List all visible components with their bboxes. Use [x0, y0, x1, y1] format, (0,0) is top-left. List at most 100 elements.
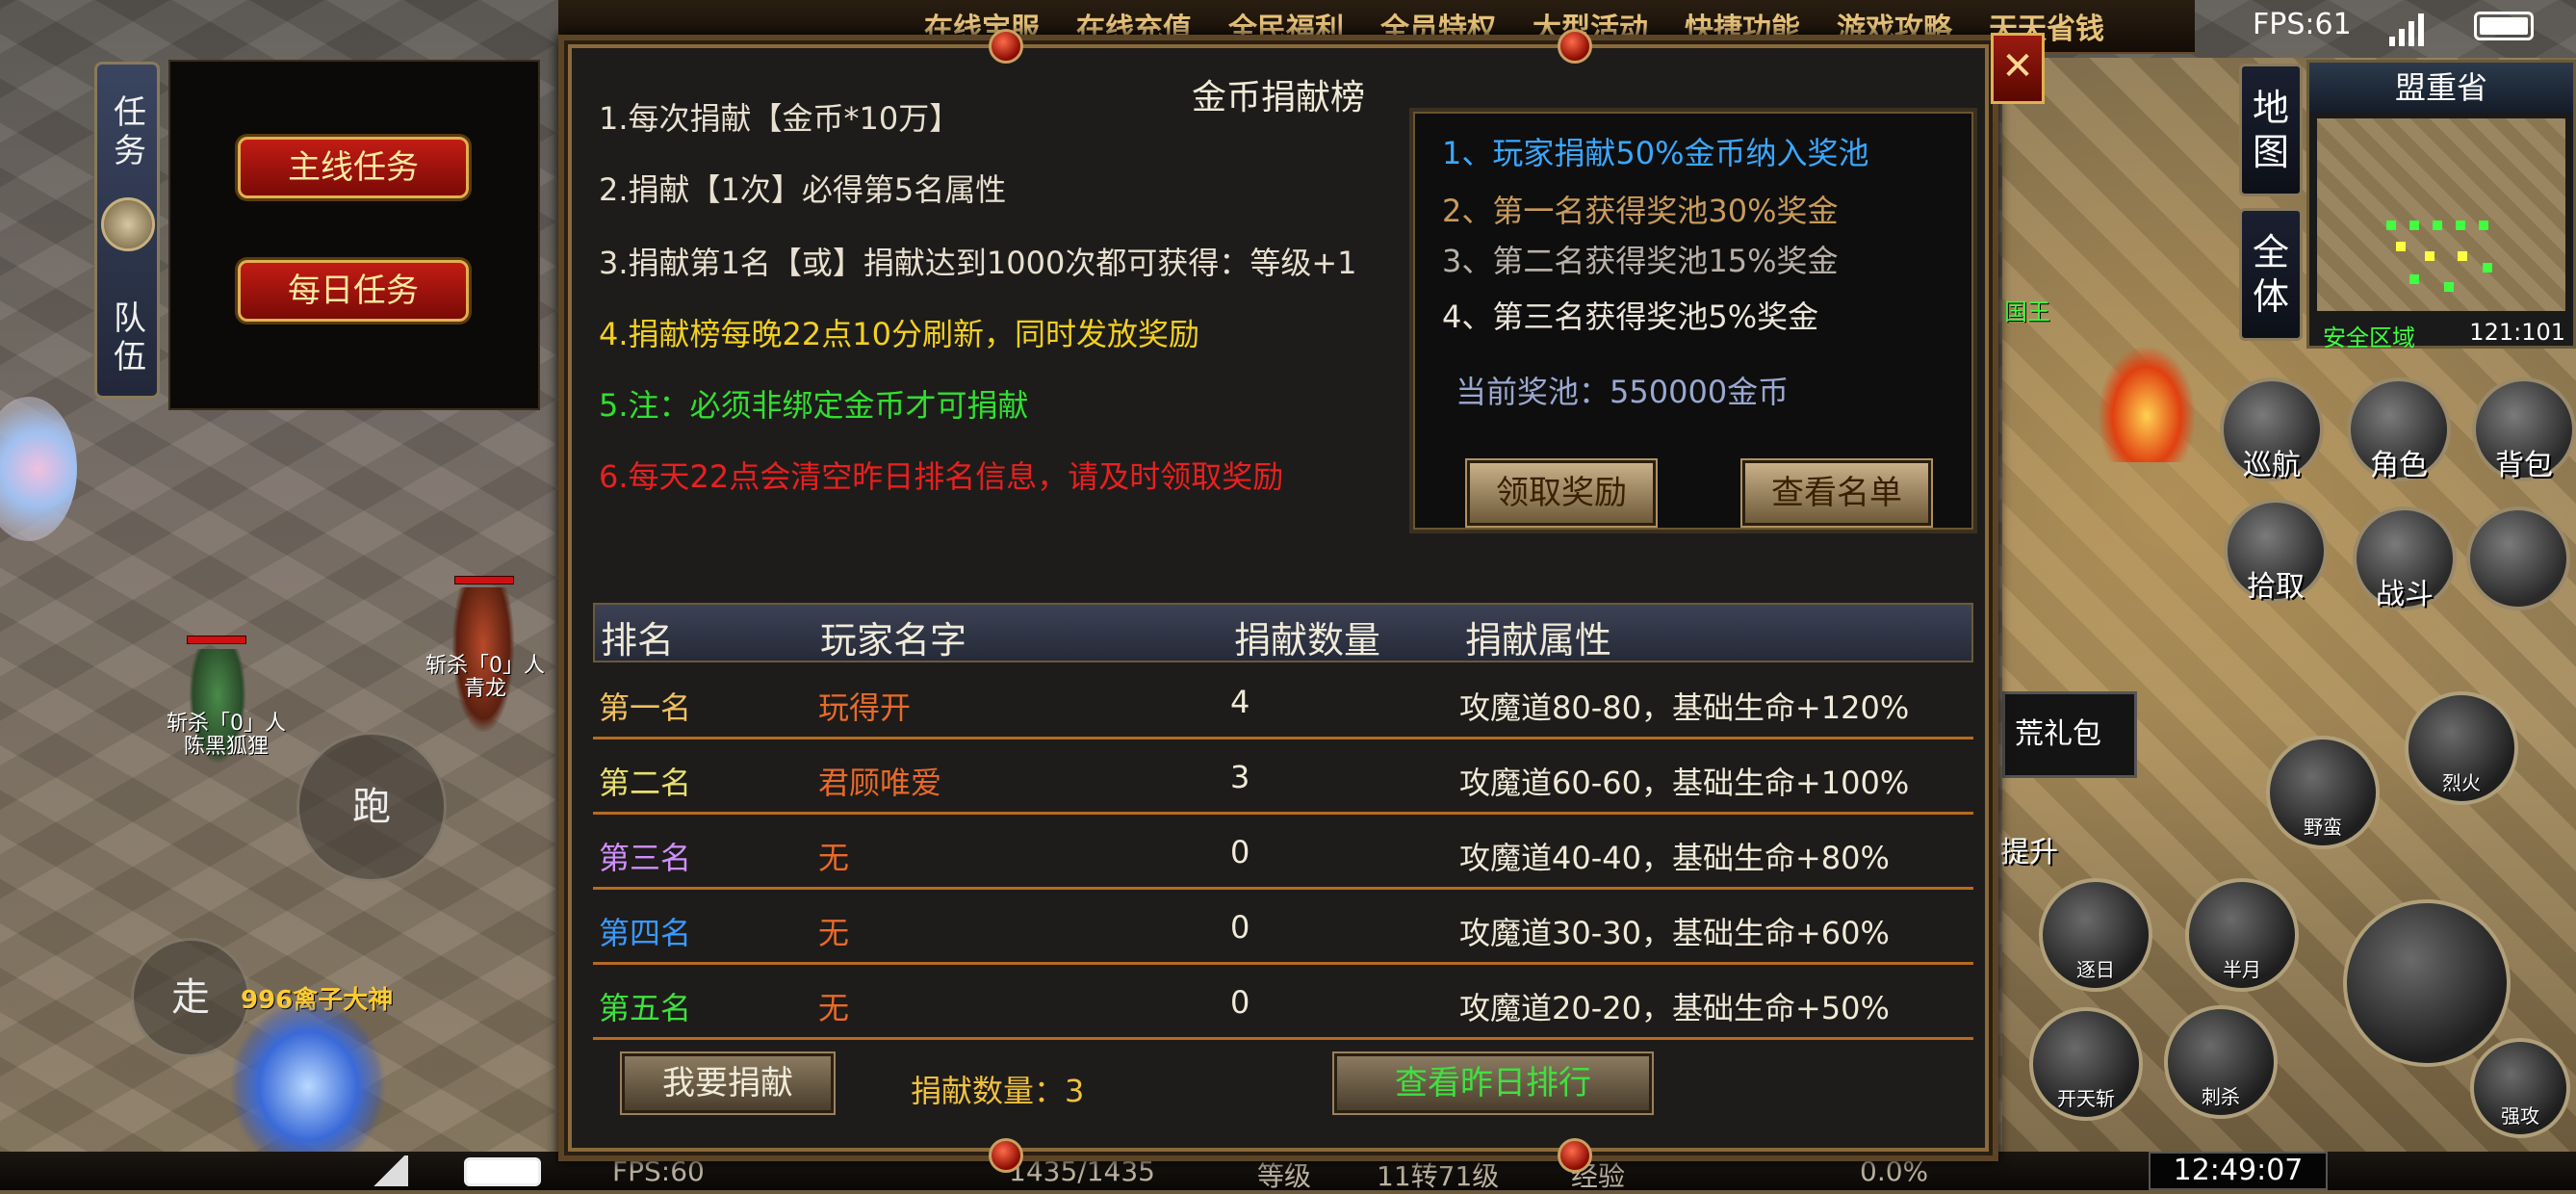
prize-rule-line: 4、第三名获得奖池5%奖金 [1442, 298, 1819, 335]
character-kills: 斩杀「0」人 [167, 712, 286, 736]
attack-button[interactable] [2343, 899, 2511, 1067]
character-name: 陈黑狐狸 [183, 735, 269, 759]
gem-ornament [989, 1138, 1023, 1173]
main-quest-button[interactable]: 主线任务 [238, 137, 469, 198]
run-joystick[interactable]: 跑 [296, 732, 447, 882]
minimap[interactable]: 盟重省 安全区域 121:101 [2306, 60, 2576, 351]
table-row: 第二名 君顾唯爱 3 攻魔道60-60，基础生命+100% [593, 740, 1973, 815]
pickup-label: 拾取 [2247, 570, 2305, 604]
battery-icon-bottom [464, 1157, 541, 1186]
upgrade-label[interactable]: 提升 [2000, 828, 2058, 870]
daily-quest-button[interactable]: 每日任务 [238, 260, 469, 322]
donate-count: 捐献数量：3 [911, 1073, 1085, 1109]
tab-map[interactable]: 地图 [2239, 64, 2303, 196]
tab-task[interactable]: 任务 [105, 93, 155, 170]
open-sky-skill-label: 开天斩 [2057, 1087, 2115, 1110]
character-label: 角色 [2370, 449, 2428, 482]
clock: 12:49:07 [2149, 1152, 2328, 1190]
battery-icon [2474, 12, 2534, 40]
count-cell: 0 [1230, 909, 1250, 946]
prize-rule-line: 3、第二名获得奖池15%奖金 [1442, 243, 1839, 279]
patrol-label: 巡航 [2243, 449, 2301, 482]
quest-panel: 主线任务 每日任务 [168, 60, 540, 410]
header-attribute: 捐献属性 [1465, 619, 1612, 662]
king-label: 国王 [2004, 298, 2050, 325]
rule-line: 1.每次捐献【金币*10万】 [599, 100, 961, 137]
character-label: 斩杀「0」人 陈黑狐狸 [144, 713, 308, 759]
table-row: 第三名 无 0 攻魔道40-40，基础生命+80% [593, 815, 1973, 890]
character-label: 斩杀「0」人 青龙 [408, 655, 562, 701]
gem-ornament [989, 29, 1023, 64]
minimap-marker [2409, 274, 2419, 284]
fps-counter: FPS:61 [2253, 8, 2352, 41]
view-yesterday-ranking-button[interactable]: 查看昨日排行 [1334, 1053, 1652, 1113]
patrol-button[interactable]: 巡航 [2220, 377, 2324, 482]
compass-icon[interactable] [2466, 506, 2570, 610]
strong-skill-label: 强攻 [2501, 1104, 2539, 1128]
attribute-cell: 攻魔道20-20，基础生命+50% [1459, 990, 1890, 1026]
count-cell: 0 [1230, 834, 1250, 870]
chase-skill[interactable]: 逐日 [2039, 878, 2152, 992]
player-name-cell: 无 [818, 915, 850, 951]
minimap-title: 盟重省 [2309, 63, 2573, 113]
bag-label: 背包 [2495, 449, 2553, 482]
strong-skill[interactable]: 强攻 [2470, 1038, 2570, 1138]
minimap-marker [2483, 263, 2492, 273]
minimap-marker [2458, 251, 2467, 261]
tab-team[interactable]: 队伍 [105, 299, 155, 376]
signal-icon-bottom [370, 1155, 408, 1186]
header-rank: 排名 [601, 619, 675, 662]
npc-hp-bar [187, 636, 246, 644]
current-pool-label: 当前奖池： [1455, 374, 1610, 410]
table-row: 第一名 玩得开 4 攻魔道80-80，基础生命+120% [593, 664, 1973, 740]
header-player: 玩家名字 [820, 619, 967, 662]
battle-button[interactable]: 战斗 [2353, 506, 2457, 611]
player-name-cell: 无 [818, 990, 850, 1026]
half-moon-skill-label: 半月 [2223, 958, 2261, 981]
minimap-marker [2456, 221, 2465, 230]
fire-effect [2099, 347, 2195, 462]
current-pool: 当前奖池：550000金币 [1455, 368, 1789, 412]
rule-line: 5.注：必须非绑定金币才可捐献 [599, 387, 1029, 424]
minimap-marker [2444, 282, 2454, 292]
table-row: 第四名 无 0 攻魔道30-30，基础生命+60% [593, 890, 1973, 965]
fire-skill[interactable]: 烈火 [2405, 691, 2518, 805]
level-label: 等级 [1257, 1160, 1312, 1192]
tab-all[interactable]: 全体 [2239, 208, 2303, 341]
npc-hp-bar [454, 576, 514, 584]
close-button[interactable]: ✕ [1991, 33, 2045, 104]
open-sky-skill[interactable]: 开天斩 [2029, 1007, 2143, 1121]
table-row: 第五名 无 0 攻魔道20-20，基础生命+50% [593, 965, 1973, 1040]
attribute-cell: 攻魔道80-80，基础生命+120% [1459, 689, 1910, 726]
half-moon-skill[interactable]: 半月 [2185, 878, 2299, 992]
character-button[interactable]: 角色 [2347, 377, 2451, 482]
character-kills: 斩杀「0」人 [425, 654, 545, 678]
claim-reward-button[interactable]: 领取奖励 [1467, 460, 1656, 526]
attribute-cell: 攻魔道40-40，基础生命+80% [1459, 840, 1890, 876]
battle-label: 战斗 [2376, 578, 2434, 611]
donation-dialog: 金币捐献榜 1.每次捐献【金币*10万】 2.捐献【1次】必得第5名属性 3.捐献第… [558, 29, 1998, 1173]
minimap-marker [2433, 221, 2442, 230]
minimap-marker [2425, 251, 2434, 261]
prize-rule-line: 2、第一名获得奖池30%奖金 [1442, 193, 1839, 229]
minimap-marker [2396, 242, 2406, 251]
stab-skill[interactable]: 刺杀 [2164, 1005, 2278, 1119]
gift-banner[interactable]: 荒礼包 [2002, 691, 2137, 778]
rank-cell: 第一名 [599, 689, 692, 726]
chase-skill-label: 逐日 [2076, 958, 2115, 981]
stab-skill-label: 刺杀 [2202, 1085, 2240, 1108]
donate-button[interactable]: 我要捐献 [622, 1053, 834, 1113]
view-list-button[interactable]: 查看名单 [1742, 460, 1931, 526]
minimap-marker [2409, 221, 2419, 230]
minimap-marker [2479, 221, 2488, 230]
brute-skill[interactable]: 野蛮 [2266, 736, 2380, 849]
rule-line: 2.捐献【1次】必得第5名属性 [599, 171, 1007, 208]
refresh-icon[interactable] [101, 197, 155, 251]
rank-cell: 第四名 [599, 915, 692, 951]
player-name-cell: 无 [818, 840, 850, 876]
player-name-cell: 玩得开 [818, 689, 912, 726]
hero-sprite[interactable] [231, 1001, 385, 1155]
bag-button[interactable]: 背包 [2472, 377, 2576, 482]
pickup-button[interactable]: 拾取 [2224, 499, 2328, 604]
map-tabs: 地图 全体 [2239, 64, 2303, 350]
